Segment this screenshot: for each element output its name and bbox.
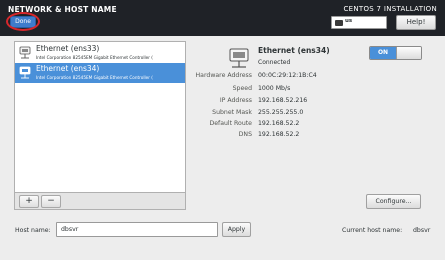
keyboard-layout-label: us [345, 18, 353, 24]
subnet-mask-value: 255.255.255.0 [258, 109, 304, 116]
installer-title: CENTOS 7 INSTALLATION [343, 5, 437, 13]
ethernet-icon [19, 46, 31, 59]
device-description: Intel Corporation 82545EM Gigabit Ethern… [36, 55, 153, 60]
hostname-label: Host name: [15, 227, 51, 234]
device-name: Ethernet (ens34) [36, 64, 100, 73]
keyboard-layout-indicator[interactable]: us [331, 16, 387, 29]
remove-device-button[interactable]: − [41, 195, 61, 208]
toggle-on-label: ON [370, 47, 396, 59]
done-button[interactable]: Done [10, 16, 36, 28]
subnet-mask-label: Subnet Mask [212, 109, 252, 116]
apply-button[interactable]: Apply [222, 222, 251, 237]
default-route-value: 192.168.52.2 [258, 120, 300, 127]
speed-value: 1000 Mb/s [258, 85, 291, 92]
hostname-input[interactable] [56, 222, 218, 237]
ip-address-label: IP Address [219, 97, 252, 104]
toggle-knob [396, 47, 421, 59]
connection-status: Connected [258, 59, 291, 66]
default-route-label: Default Route [209, 120, 252, 127]
device-list-toolbar: + − [14, 193, 186, 210]
device-name: Ethernet (ens33) [36, 44, 100, 53]
speed-label: Speed [232, 85, 252, 92]
ip-address-value: 192.168.52.216 [258, 97, 308, 104]
hardware-address-label: Hardware Address [195, 72, 252, 79]
ethernet-icon [19, 66, 31, 79]
device-on-off-toggle[interactable]: ON [369, 46, 422, 60]
ethernet-icon [229, 48, 249, 68]
device-detail-title: Ethernet (ens34) [258, 46, 330, 55]
hardware-address-value: 00:0C:29:12:1B:C4 [258, 72, 317, 79]
device-item-ens33[interactable]: Ethernet (ens33) Intel Corporation 82545… [15, 43, 185, 63]
keyboard-icon [335, 20, 343, 26]
help-button[interactable]: Help! [396, 15, 436, 30]
configure-button[interactable]: Configure... [366, 194, 421, 209]
add-device-button[interactable]: + [19, 195, 39, 208]
dns-value: 192.168.52.2 [258, 131, 300, 138]
page-title: NETWORK & HOST NAME [8, 5, 117, 14]
device-item-ens34[interactable]: Ethernet (ens34) Intel Corporation 82545… [15, 63, 185, 83]
current-hostname-value: dbsvr [413, 227, 431, 234]
device-description: Intel Corporation 82545EM Gigabit Ethern… [36, 75, 153, 80]
dns-label: DNS [238, 131, 252, 138]
current-hostname-label: Current host name: [342, 227, 403, 234]
network-device-list: Ethernet (ens33) Intel Corporation 82545… [14, 41, 186, 193]
top-header-bar: NETWORK & HOST NAME Done CENTOS 7 INSTAL… [0, 0, 445, 36]
